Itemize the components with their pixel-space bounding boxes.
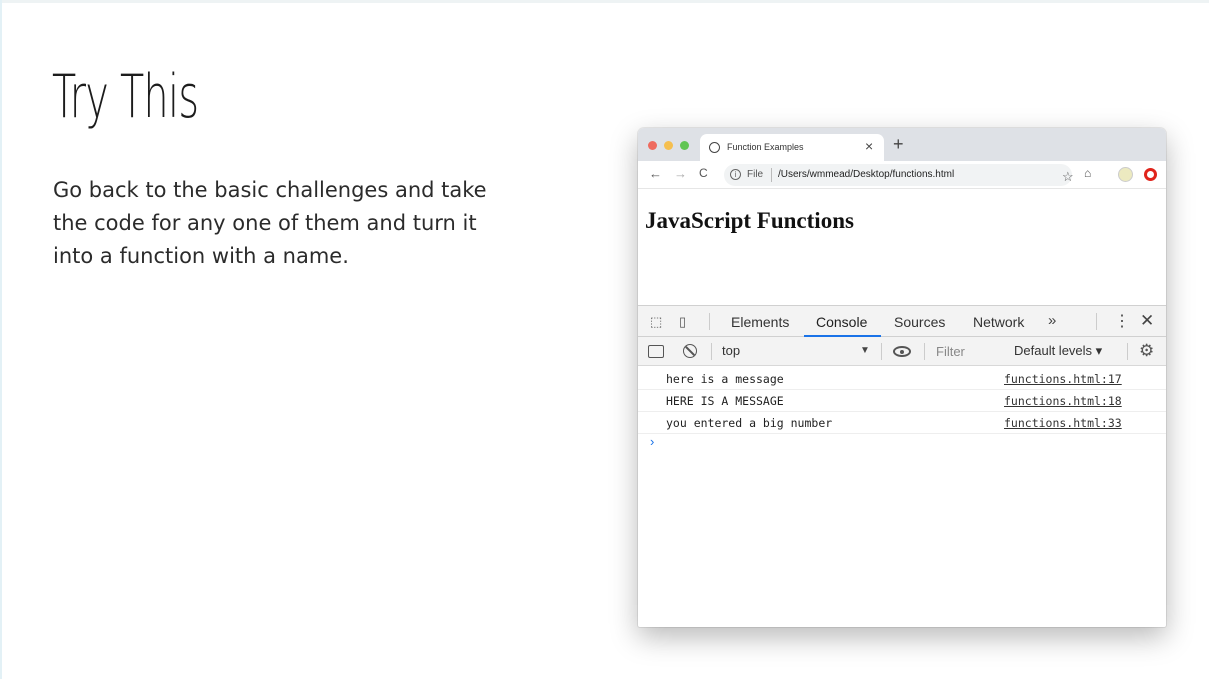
url-divider (771, 168, 772, 182)
console-source-link[interactable]: functions.html:18 (1004, 394, 1122, 408)
close-tab-icon[interactable]: × (865, 138, 873, 154)
url-text[interactable]: /Users/wmmead/Desktop/functions.html (778, 169, 954, 180)
log-levels-dropdown[interactable]: Default levels ▾ (1014, 343, 1102, 359)
console-message: HERE IS A MESSAGE functions.html:18 (638, 390, 1166, 412)
tab-console[interactable]: Console (816, 314, 867, 330)
gear-icon[interactable]: ⚙ (1139, 341, 1154, 361)
left-rule (0, 0, 2, 679)
console-message-text: you entered a big number (666, 416, 833, 430)
tab-network[interactable]: Network (973, 314, 1024, 330)
console-message: here is a message functions.html:17 (638, 368, 1166, 390)
info-icon[interactable]: i (730, 169, 741, 180)
console-toolbar: top ▼ Default levels ▾ ⚙ (638, 337, 1166, 366)
scheme-label: File (747, 169, 764, 180)
new-tab-button[interactable]: + (893, 134, 904, 155)
top-rule (0, 0, 1209, 3)
live-expression-eye-icon[interactable] (893, 346, 911, 357)
profile-avatar[interactable] (1118, 167, 1133, 182)
extension-icon[interactable]: ⌂ (1084, 166, 1091, 180)
back-icon[interactable]: ← (649, 166, 662, 181)
close-devtools-icon[interactable]: ✕ (1140, 311, 1154, 331)
tab-sources[interactable]: Sources (894, 314, 945, 330)
console-source-link[interactable]: functions.html:33 (1004, 416, 1122, 430)
devtools-divider (709, 313, 710, 330)
devtools-divider (1096, 313, 1097, 330)
chevron-down-icon[interactable]: ▼ (860, 345, 870, 356)
console-message-text: here is a message (666, 372, 784, 386)
more-tabs-icon[interactable]: » (1048, 312, 1056, 329)
console-source-link[interactable]: functions.html:17 (1004, 372, 1122, 386)
console-prompt[interactable]: › (650, 434, 654, 449)
browser-toolbar: ← → C i File /Users/wmmead/Desktop/funct… (638, 161, 1166, 189)
devtools-tab-bar: ⬚ ▯ Elements Console Sources Network » ⋮… (638, 305, 1166, 337)
page-heading: JavaScript Functions (645, 208, 854, 233)
inspect-element-icon[interactable]: ⬚ (650, 314, 662, 330)
reload-icon[interactable]: C (699, 166, 708, 180)
close-window-button[interactable] (648, 141, 657, 150)
opera-icon[interactable] (1144, 168, 1157, 181)
tab-title: Function Examples (727, 142, 804, 152)
globe-icon (709, 142, 720, 153)
slide-title: Try This (52, 62, 199, 132)
console-message-text: HERE IS A MESSAGE (666, 394, 784, 408)
clear-console-icon[interactable] (683, 344, 697, 358)
context-selector[interactable]: top (722, 343, 740, 358)
toolbar-divider (924, 343, 925, 360)
device-toolbar-icon[interactable]: ▯ (679, 314, 686, 330)
filter-input[interactable] (930, 342, 1008, 361)
tab-elements[interactable]: Elements (731, 314, 789, 330)
forward-icon[interactable]: → (674, 166, 687, 181)
maximize-window-button[interactable] (680, 141, 689, 150)
browser-tab[interactable]: Function Examples × (700, 134, 884, 161)
toolbar-divider (1127, 343, 1128, 360)
console-message: you entered a big number functions.html:… (638, 412, 1166, 434)
console-sidebar-icon[interactable] (648, 345, 664, 358)
browser-window: Function Examples × + ← → C i File /User… (638, 128, 1166, 627)
bookmark-star-icon[interactable]: ☆ (1062, 169, 1074, 185)
address-bar[interactable]: i File /Users/wmmead/Desktop/functions.h… (724, 164, 1074, 186)
toolbar-divider (881, 343, 882, 360)
slide-body: Go back to the basic challenges and take… (53, 178, 487, 268)
toolbar-divider (711, 343, 712, 360)
tab-strip: Function Examples × + (638, 128, 1166, 161)
minimize-window-button[interactable] (664, 141, 673, 150)
kebab-menu-icon[interactable]: ⋮ (1114, 311, 1130, 331)
